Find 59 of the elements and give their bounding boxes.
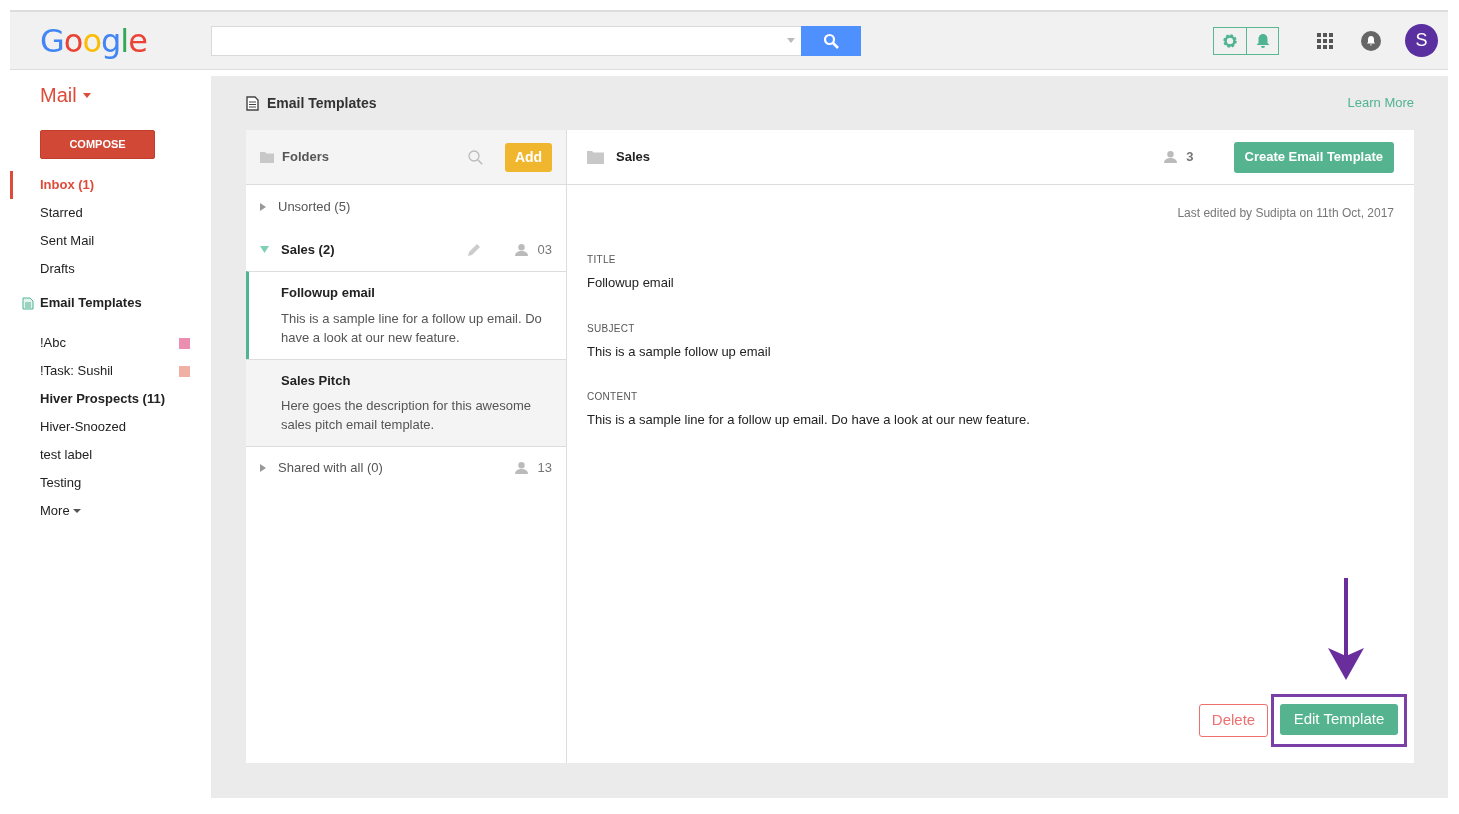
member-count: 13 xyxy=(537,459,552,478)
pencil-icon[interactable] xyxy=(466,242,481,257)
label-item[interactable]: !Task: Sushil xyxy=(40,361,113,381)
caret-icon xyxy=(787,38,795,43)
template-description: Here goes the description for this awesome sales pitch email template. xyxy=(281,397,532,434)
label-item[interactable]: test label xyxy=(40,445,93,465)
folder-name[interactable]: Shared with all (0) xyxy=(278,458,383,478)
more-menu[interactable]: More xyxy=(40,501,81,521)
caret-icon xyxy=(72,509,81,513)
nav-item[interactable]: Sent Mail xyxy=(10,227,211,255)
apps-grid-icon[interactable] xyxy=(1317,32,1333,49)
member-count: 03 xyxy=(537,240,552,259)
expand-triangle-icon[interactable] xyxy=(260,202,266,211)
folder-icon xyxy=(260,151,274,163)
label-item[interactable]: !Abc xyxy=(40,333,66,353)
folder-icon xyxy=(587,150,604,164)
label-item[interactable]: Testing xyxy=(40,473,82,493)
field-label: SUBJECT xyxy=(587,321,636,336)
field-value: Followup email xyxy=(587,274,675,292)
document-icon xyxy=(22,296,34,310)
nav-item[interactable]: Drafts xyxy=(10,255,211,283)
nav-item[interactable]: Email Templates xyxy=(40,293,142,313)
search-icon xyxy=(823,32,839,49)
document-icon xyxy=(246,95,259,111)
member-count: 3 xyxy=(1186,148,1194,167)
folder-title: Sales xyxy=(616,148,650,167)
field-value: This is a sample line for a follow up email. Do have a look at our new feature. xyxy=(587,411,1031,429)
bell-icon xyxy=(1255,32,1270,49)
template-item[interactable]: Sales Pitch Here goes the description for this awesome sales pitch email template. xyxy=(246,358,566,446)
panel-title: Folders xyxy=(282,148,329,167)
search-button[interactable] xyxy=(801,25,861,56)
notification-bell-icon[interactable] xyxy=(1361,30,1381,51)
mail-menu[interactable]: Mail xyxy=(40,80,91,110)
person-icon xyxy=(1164,151,1178,163)
folder-name[interactable]: Unsorted (5) xyxy=(278,196,351,217)
collapse-triangle-icon[interactable] xyxy=(260,246,269,253)
last-edited-note: Last edited by Sudipta on 11th Oct, 2017 xyxy=(1176,205,1394,222)
nav-item[interactable]: Starred xyxy=(10,199,211,227)
template-title: Sales Pitch xyxy=(281,371,352,390)
user-avatar[interactable]: S xyxy=(1405,24,1438,57)
template-title: Followup email xyxy=(281,284,376,302)
gear-icon xyxy=(1222,32,1238,49)
search-icon[interactable] xyxy=(468,149,483,165)
logo: Google xyxy=(39,20,148,62)
compose-button[interactable]: COMPOSE xyxy=(40,130,155,159)
expand-triangle-icon[interactable] xyxy=(260,464,266,472)
search-field[interactable] xyxy=(211,25,801,56)
page-title: Email Templates xyxy=(267,93,377,113)
template-item[interactable]: Followup email This is a sample line for a follow up email. Do have a look at our new feature. xyxy=(246,271,566,359)
template-description: This is a sample line for a follow up email. Do have a look at our new feature. xyxy=(281,309,543,347)
person-icon xyxy=(514,462,528,474)
folder-name[interactable]: Sales (2) xyxy=(281,239,335,260)
label-item[interactable]: Hiver-Snoozed xyxy=(40,417,126,437)
field-label: CONTENT xyxy=(587,390,639,404)
field-value: This is a sample follow up email xyxy=(587,342,772,361)
caret-icon xyxy=(82,92,91,98)
person-icon xyxy=(514,243,528,256)
label-item[interactable]: Hiver Prospects (11) xyxy=(40,389,165,409)
field-label: TITLE xyxy=(587,253,617,267)
